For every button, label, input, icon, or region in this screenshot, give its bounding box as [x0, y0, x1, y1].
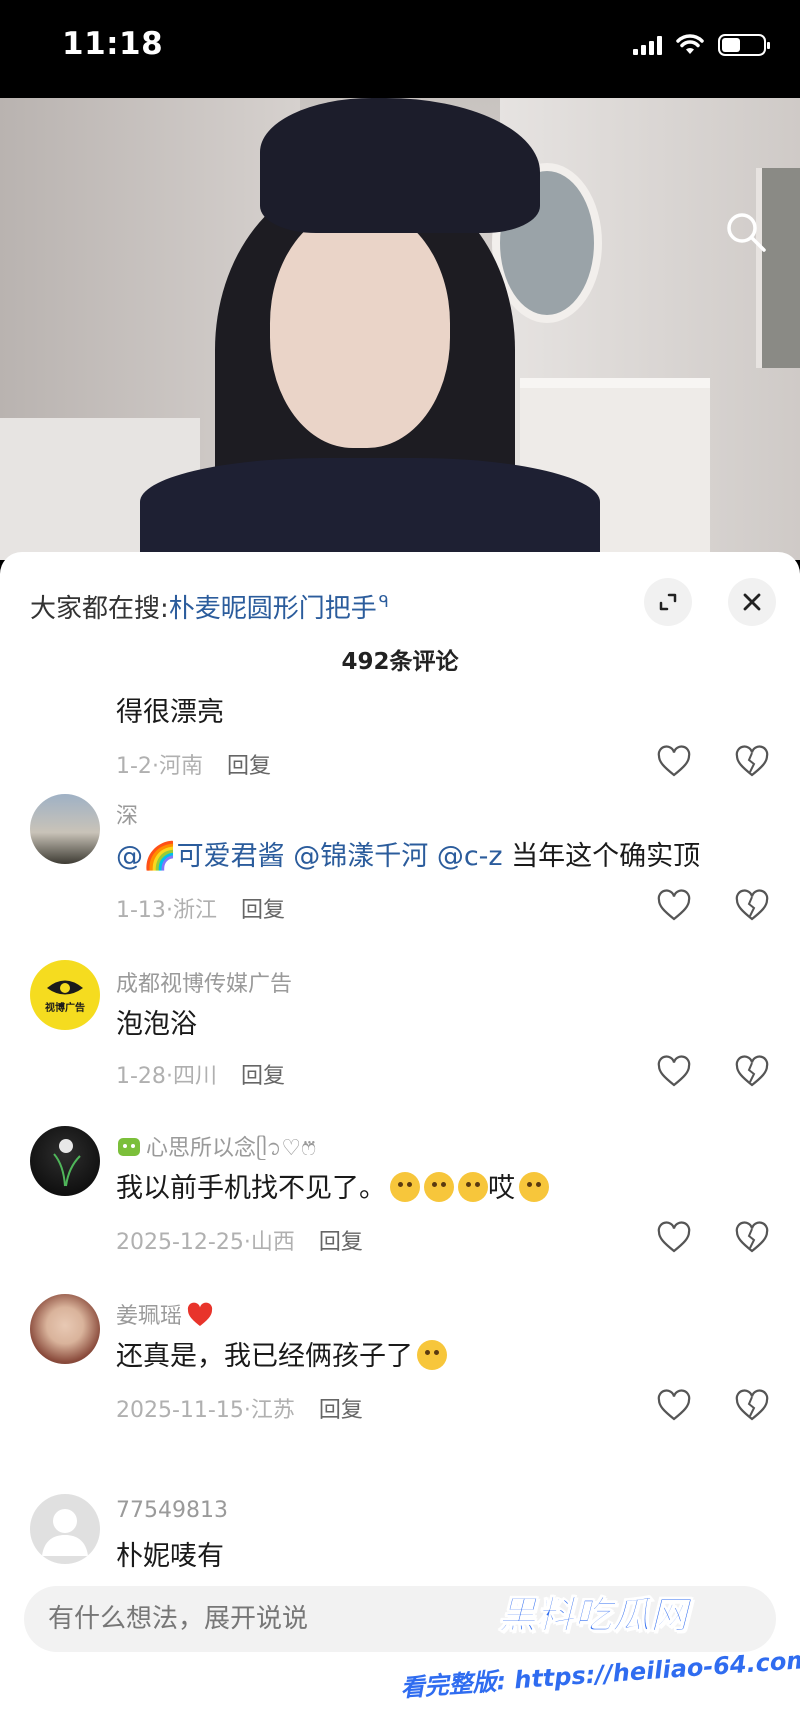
close-icon	[743, 593, 761, 611]
grinning-emoji-icon	[424, 1172, 454, 1202]
comment-meta: 2025-11-15·江苏 回复	[116, 1398, 363, 1423]
comment-text: @🌈可爱君酱 @锦漾千河 @c-z 当年这个确实顶	[116, 841, 701, 872]
comment-text: 得很漂亮	[116, 697, 224, 728]
dragon-badge-icon	[118, 1138, 140, 1156]
avatar[interactable]	[30, 1494, 100, 1564]
comment-meta: 1-2·河南 回复	[116, 754, 271, 779]
dislike-icon[interactable]	[734, 1054, 770, 1090]
reply-button[interactable]: 回复	[319, 1230, 363, 1255]
laughing-emoji-icon	[417, 1340, 447, 1370]
dislike-icon[interactable]	[734, 1388, 770, 1424]
comment-meta: 2025-12-25·山西 回复	[116, 1230, 363, 1255]
battery-icon	[718, 34, 770, 56]
default-user-icon	[42, 1509, 88, 1556]
like-icon[interactable]	[656, 888, 692, 924]
status-icons	[633, 34, 770, 56]
cellular-signal-icon	[633, 35, 662, 55]
expand-icon	[659, 593, 677, 611]
like-icon[interactable]	[656, 1054, 692, 1090]
watermark: 黑料吃瓜网 看完整版: https://heiliao-64.com	[380, 1574, 800, 1724]
comment-username[interactable]: 深	[116, 798, 138, 830]
winking-emoji-icon	[458, 1172, 488, 1202]
trending-search-label: 大家都在搜:	[30, 594, 169, 624]
close-button[interactable]	[728, 578, 776, 626]
comment-text: 泡泡浴	[116, 1009, 197, 1040]
status-time: 11:18	[62, 26, 164, 62]
mention-link[interactable]: @锦漾千河	[293, 841, 428, 872]
comment-username[interactable]: 成都视博传媒广告	[116, 966, 292, 998]
comment-username[interactable]: 77549813	[116, 1498, 228, 1523]
video-player[interactable]	[0, 98, 800, 560]
like-icon[interactable]	[656, 744, 692, 780]
wifi-icon	[676, 34, 704, 54]
comment-text: 朴妮唛有	[116, 1541, 224, 1572]
relieved-emoji-icon	[519, 1172, 549, 1202]
reply-button[interactable]: 回复	[241, 1064, 285, 1089]
dislike-icon[interactable]	[734, 1220, 770, 1256]
expand-button[interactable]	[644, 578, 692, 626]
dislike-icon[interactable]	[734, 888, 770, 924]
avatar-label: 视博广告	[45, 1002, 85, 1014]
eye-logo-icon	[47, 980, 83, 994]
dislike-icon[interactable]	[734, 744, 770, 780]
avatar[interactable]	[30, 794, 100, 864]
avatar[interactable]: 视博广告	[30, 960, 100, 1030]
search-icon[interactable]	[724, 210, 768, 254]
comment-text: 我以前手机找不见了。哎	[116, 1166, 549, 1205]
trending-search[interactable]: 大家都在搜:朴麦昵圆形门把手 ᑫ	[30, 588, 389, 625]
like-icon[interactable]	[656, 1220, 692, 1256]
mention-link[interactable]: @c-z	[437, 841, 503, 872]
comment-text: 还真是，我已经俩孩子了	[116, 1334, 447, 1373]
like-icon[interactable]	[656, 1388, 692, 1424]
mention-link[interactable]: @🌈可爱君酱	[116, 841, 285, 872]
heart-badge-icon	[187, 1302, 213, 1326]
status-bar: 11:18	[0, 0, 800, 98]
trending-search-query[interactable]: 朴麦昵圆形门把手	[169, 594, 377, 624]
watermark-title: 黑料吃瓜网	[497, 1593, 689, 1638]
video-subject	[270, 208, 450, 448]
search-small-icon: ᑫ	[378, 592, 389, 612]
avatar[interactable]	[30, 1126, 100, 1196]
reply-button[interactable]: 回复	[227, 754, 271, 779]
battery-fill	[722, 38, 740, 52]
comment-username[interactable]: 心思所以念ᥫ᭡♡ෆ⃛	[116, 1130, 316, 1171]
comment-username[interactable]: 姜珮瑶	[116, 1298, 214, 1330]
comment-count: 492条评论	[341, 649, 459, 675]
comment-sheet: 大家都在搜:朴麦昵圆形门把手 ᑫ 492条评论 得很漂亮 1-2·河南 回复 深 @…	[0, 552, 800, 1736]
reply-button[interactable]: 回复	[319, 1398, 363, 1423]
avatar[interactable]	[30, 1294, 100, 1364]
watermark-url: 看完整版: https://heiliao-64.com	[399, 1645, 800, 1703]
laughing-emoji-icon	[390, 1172, 420, 1202]
reply-button[interactable]: 回复	[241, 898, 285, 923]
comment-meta: 1-28·四川 回复	[116, 1064, 285, 1089]
comment-meta: 1-13·浙江 回复	[116, 898, 285, 923]
plant-icon	[53, 1139, 81, 1187]
